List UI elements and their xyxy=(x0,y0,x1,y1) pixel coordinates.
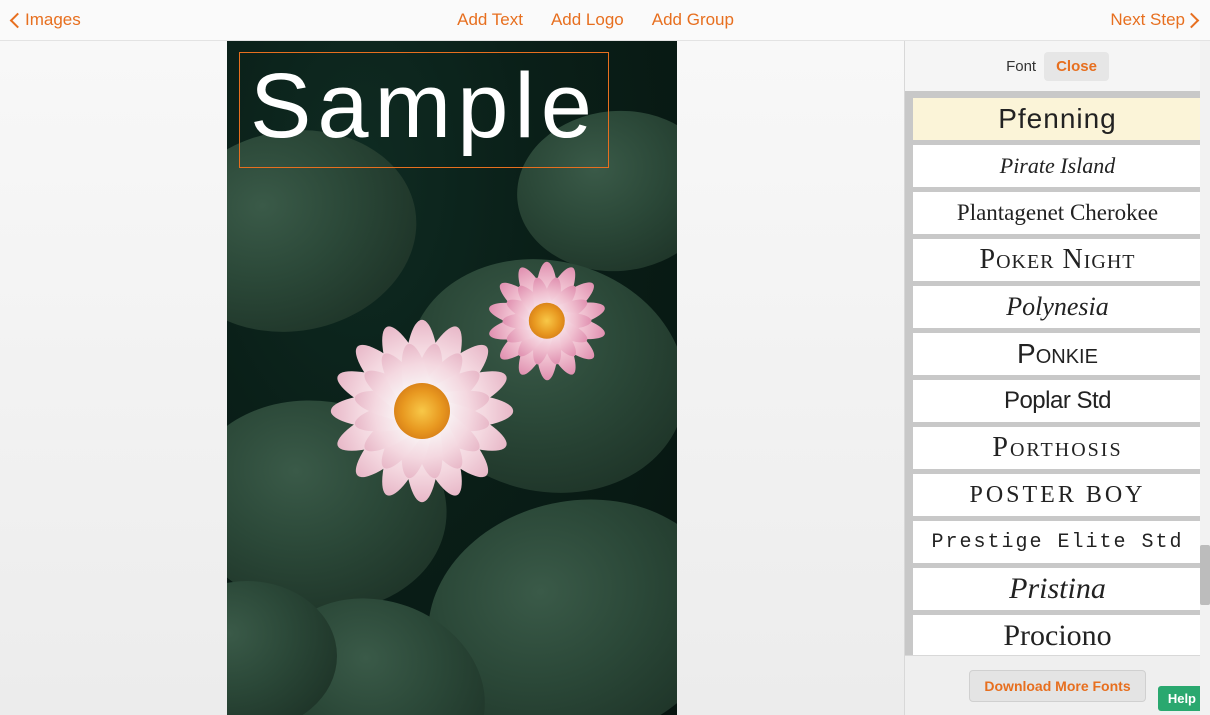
back-button[interactable]: Images xyxy=(12,10,81,30)
download-fonts-button[interactable]: Download More Fonts xyxy=(969,670,1145,702)
scrollbar-track[interactable] xyxy=(1200,41,1210,715)
add-group-button[interactable]: Add Group xyxy=(652,10,734,30)
chevron-left-icon xyxy=(12,13,21,28)
font-item[interactable]: Pirate Island xyxy=(913,145,1202,187)
font-item[interactable]: Porthosis xyxy=(913,427,1202,469)
back-label: Images xyxy=(25,10,81,30)
help-button[interactable]: Help xyxy=(1158,686,1206,711)
font-item[interactable]: Prestige Elite Std xyxy=(913,521,1202,563)
font-item[interactable]: Poplar Std xyxy=(913,380,1202,422)
next-button[interactable]: Next Step xyxy=(1110,10,1198,30)
font-item[interactable]: Ponkie xyxy=(913,333,1202,375)
font-item[interactable]: Plantagenet Cherokee xyxy=(913,192,1202,234)
panel-title: Font xyxy=(1006,58,1036,75)
panel-header: Font Close xyxy=(905,41,1210,91)
font-list[interactable]: Pfenning Pirate Island Plantagenet Cheroke… xyxy=(905,91,1210,655)
canvas-image[interactable]: Sample xyxy=(227,41,677,715)
canvas-area[interactable]: Sample xyxy=(0,41,905,715)
font-item[interactable]: Poker Night xyxy=(913,239,1202,281)
font-item[interactable]: Polynesia xyxy=(913,286,1202,328)
add-logo-button[interactable]: Add Logo xyxy=(551,10,624,30)
close-button[interactable]: Close xyxy=(1044,52,1109,81)
next-label: Next Step xyxy=(1110,10,1185,30)
chevron-right-icon xyxy=(1189,13,1198,28)
top-bar: Images Add Text Add Logo Add Group Next … xyxy=(0,0,1210,41)
font-item[interactable]: Prociono xyxy=(913,615,1202,655)
font-panel: Font Close Pfenning Pirate Island Plantage… xyxy=(905,41,1210,715)
flower-center xyxy=(394,383,450,439)
text-selection-box[interactable]: Sample xyxy=(239,52,609,168)
scrollbar-thumb[interactable] xyxy=(1200,545,1210,605)
lotus-flower xyxy=(322,311,522,511)
top-center-actions: Add Text Add Logo Add Group xyxy=(457,10,734,30)
font-item[interactable]: POSTER BOY xyxy=(913,474,1202,516)
font-item[interactable]: Pfenning xyxy=(913,98,1202,140)
main-area: Sample Font Close PfenningPirate IslandP… xyxy=(0,41,1210,715)
add-text-button[interactable]: Add Text xyxy=(457,10,523,30)
sample-text[interactable]: Sample xyxy=(250,60,598,152)
font-item[interactable]: Pristina xyxy=(913,568,1202,610)
